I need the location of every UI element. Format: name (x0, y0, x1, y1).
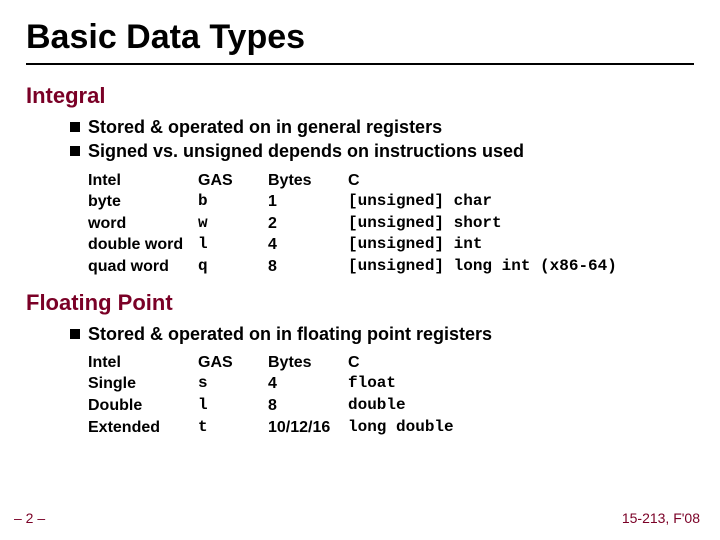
cell-intel: quad word (88, 256, 198, 278)
cell-bytes: 1 (268, 191, 348, 213)
page-title: Basic Data Types (26, 18, 694, 57)
list-item: Stored & operated on in floating point r… (70, 322, 694, 346)
cell-intel: Single (88, 373, 198, 395)
list-item: Signed vs. unsigned depends on instructi… (70, 139, 694, 163)
slide: Basic Data Types Integral Stored & opera… (0, 0, 720, 540)
cell-c: long double (348, 417, 694, 439)
title-rule (26, 63, 694, 65)
col-gas: GAS (198, 170, 268, 192)
fp-bullets: Stored & operated on in floating point r… (70, 322, 694, 346)
cell-c: double (348, 395, 694, 417)
cell-bytes: 4 (268, 234, 348, 256)
cell-gas: l (198, 234, 268, 256)
col-c: C (348, 352, 694, 374)
cell-gas: t (198, 417, 268, 439)
cell-bytes: 4 (268, 373, 348, 395)
cell-gas: s (198, 373, 268, 395)
cell-gas: w (198, 213, 268, 235)
col-c: C (348, 170, 694, 192)
cell-gas: b (198, 191, 268, 213)
table-header: Intel GAS Bytes C (88, 170, 694, 192)
cell-c: [unsigned] int (348, 234, 694, 256)
cell-bytes: 8 (268, 395, 348, 417)
bullet-icon (70, 122, 80, 132)
fp-table: Intel GAS Bytes C Single s 4 float Doubl… (88, 352, 694, 438)
bullet-icon (70, 329, 80, 339)
table-row: Extended t 10/12/16 long double (88, 417, 694, 439)
bullet-text: Signed vs. unsigned depends on instructi… (88, 141, 524, 161)
col-bytes: Bytes (268, 352, 348, 374)
footer-text: 15-213, F'08 (622, 510, 700, 526)
cell-intel: byte (88, 191, 198, 213)
bullet-icon (70, 146, 80, 156)
cell-c: [unsigned] char (348, 191, 694, 213)
page-number: – 2 – (14, 510, 45, 526)
bullet-text: Stored & operated on in floating point r… (88, 324, 492, 344)
cell-intel: word (88, 213, 198, 235)
table-header: Intel GAS Bytes C (88, 352, 694, 374)
cell-c: [unsigned] short (348, 213, 694, 235)
cell-bytes: 2 (268, 213, 348, 235)
cell-intel: Double (88, 395, 198, 417)
table-row: double word l 4 [unsigned] int (88, 234, 694, 256)
col-intel: Intel (88, 352, 198, 374)
table-row: byte b 1 [unsigned] char (88, 191, 694, 213)
col-gas: GAS (198, 352, 268, 374)
cell-gas: l (198, 395, 268, 417)
table-row: word w 2 [unsigned] short (88, 213, 694, 235)
bullet-text: Stored & operated on in general register… (88, 117, 442, 137)
section-integral-heading: Integral (26, 83, 694, 109)
col-bytes: Bytes (268, 170, 348, 192)
cell-intel: double word (88, 234, 198, 256)
cell-c: [unsigned] long int (x86-64) (348, 256, 694, 278)
table-row: Single s 4 float (88, 373, 694, 395)
table-row: Double l 8 double (88, 395, 694, 417)
cell-bytes: 10/12/16 (268, 417, 348, 439)
cell-gas: q (198, 256, 268, 278)
cell-intel: Extended (88, 417, 198, 439)
list-item: Stored & operated on in general register… (70, 115, 694, 139)
section-fp-heading: Floating Point (26, 290, 694, 316)
table-row: quad word q 8 [unsigned] long int (x86-6… (88, 256, 694, 278)
integral-bullets: Stored & operated on in general register… (70, 115, 694, 164)
integral-table: Intel GAS Bytes C byte b 1 [unsigned] ch… (88, 170, 694, 278)
cell-c: float (348, 373, 694, 395)
cell-bytes: 8 (268, 256, 348, 278)
col-intel: Intel (88, 170, 198, 192)
